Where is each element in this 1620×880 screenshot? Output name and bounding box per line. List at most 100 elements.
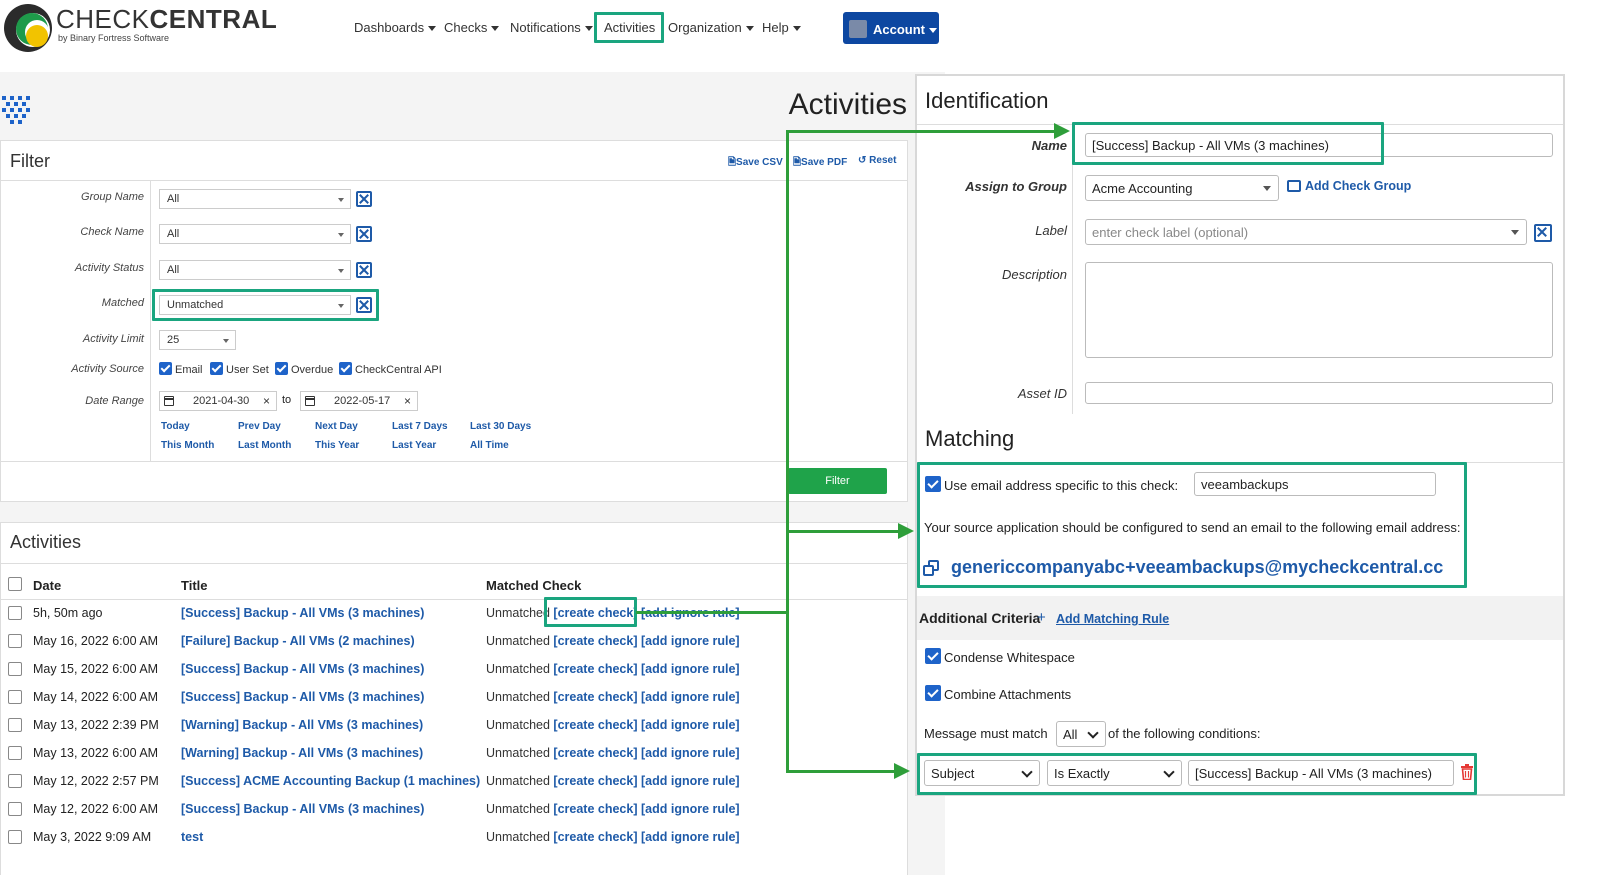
nav-notifications[interactable]: Notifications xyxy=(510,20,593,35)
source-overdue-checkbox[interactable]: Overdue xyxy=(275,362,333,376)
select-all-checkbox[interactable] xyxy=(8,577,22,591)
row-checkbox[interactable] xyxy=(8,662,22,676)
clear-date-icon[interactable]: × xyxy=(404,394,411,408)
row-date: May 13, 2022 6:00 AM xyxy=(33,746,159,760)
activity-limit-label: Activity Limit xyxy=(82,333,144,345)
date-from-input[interactable]: 2021-04-30 × xyxy=(159,391,277,411)
row-checkbox[interactable] xyxy=(8,606,22,620)
logo-subtitle: by Binary Fortress Software xyxy=(58,33,170,43)
row-checkbox[interactable] xyxy=(8,690,22,704)
source-email-checkbox[interactable]: Email xyxy=(159,362,203,376)
create-check-link[interactable]: [create check] xyxy=(553,802,637,816)
row-checkbox[interactable] xyxy=(8,746,22,760)
nav-dashboards[interactable]: Dashboards xyxy=(354,20,437,35)
asset-id-label: Asset ID xyxy=(1017,386,1067,401)
add-ignore-rule-link[interactable]: [add ignore rule] xyxy=(641,634,740,648)
quick-today[interactable]: Today xyxy=(161,421,190,432)
add-ignore-rule-link[interactable]: [add ignore rule] xyxy=(641,662,740,676)
label-label: Label xyxy=(1035,223,1067,238)
clear-activity-status-icon[interactable] xyxy=(356,262,372,278)
row-title-link[interactable]: [Success] Backup - All VMs (3 machines) xyxy=(181,690,424,704)
identification-title: Identification xyxy=(925,88,1049,113)
quick-last-year[interactable]: Last Year xyxy=(392,440,436,451)
quick-last-7-days[interactable]: Last 7 Days xyxy=(392,421,448,432)
quick-next-day[interactable]: Next Day xyxy=(315,421,358,432)
clear-date-icon[interactable]: × xyxy=(263,394,270,408)
column-date[interactable]: Date xyxy=(33,578,61,593)
column-matched-check[interactable]: Matched Check xyxy=(486,578,581,593)
assign-group-label: Assign to Group xyxy=(965,179,1067,194)
row-checkbox[interactable] xyxy=(8,774,22,788)
filter-label-column xyxy=(1,181,151,461)
row-checkbox[interactable] xyxy=(8,718,22,732)
filter-button[interactable]: Filter xyxy=(788,468,887,494)
quick-last-30-days[interactable]: Last 30 Days xyxy=(470,421,531,432)
additional-criteria-label: Additional Criteria xyxy=(919,610,1041,626)
quick-this-month[interactable]: This Month xyxy=(161,440,214,451)
row-title-link[interactable]: [Failure] Backup - All VMs (2 machines) xyxy=(181,634,415,648)
add-ignore-rule-link[interactable]: [add ignore rule] xyxy=(641,746,740,760)
check-name-select[interactable]: All xyxy=(159,224,351,244)
row-title-link[interactable]: [Warning] Backup - All VMs (3 machines) xyxy=(181,718,423,732)
match-mode-select[interactable]: All xyxy=(1056,721,1106,747)
add-check-group-link[interactable]: Add Check Group xyxy=(1287,179,1411,193)
label-select[interactable]: enter check label (optional) xyxy=(1085,219,1527,245)
row-checkbox[interactable] xyxy=(8,802,22,816)
nav-checks[interactable]: Checks xyxy=(444,20,500,35)
reset-button[interactable]: ↺ Reset xyxy=(858,155,896,166)
caret-down-icon xyxy=(584,26,593,32)
plus-icon[interactable]: + xyxy=(1037,609,1046,626)
add-ignore-rule-link[interactable]: [add ignore rule] xyxy=(641,690,740,704)
quick-this-year[interactable]: This Year xyxy=(315,440,359,451)
row-date: 5h, 50m ago xyxy=(33,606,103,620)
highlight-name-field xyxy=(1072,122,1384,165)
clear-group-name-icon[interactable] xyxy=(356,191,372,207)
source-user-set-checkbox[interactable]: User Set xyxy=(210,362,269,376)
source-api-checkbox[interactable]: CheckCentral API xyxy=(339,362,442,376)
row-title-link[interactable]: [Warning] Backup - All VMs (3 machines) xyxy=(181,746,423,760)
assign-group-select[interactable]: Acme Accounting xyxy=(1085,175,1279,201)
account-menu-button[interactable]: Account xyxy=(843,12,939,44)
activity-status-select[interactable]: All xyxy=(159,260,351,280)
column-title[interactable]: Title xyxy=(181,578,208,593)
add-matching-rule-link[interactable]: Add Matching Rule xyxy=(1056,612,1169,626)
nav-organization[interactable]: Organization xyxy=(668,20,754,35)
create-check-link[interactable]: [create check] xyxy=(553,746,637,760)
create-check-link[interactable]: [create check] xyxy=(553,634,637,648)
row-title-link[interactable]: [Success] Backup - All VMs (3 machines) xyxy=(181,802,424,816)
add-ignore-rule-link[interactable]: [add ignore rule] xyxy=(641,718,740,732)
page-title: Activities xyxy=(788,88,907,121)
clear-check-name-icon[interactable] xyxy=(356,226,372,242)
row-title-link[interactable]: test xyxy=(181,830,203,844)
create-check-link[interactable]: [create check] xyxy=(553,718,637,732)
create-check-link[interactable]: [create check] xyxy=(553,774,637,788)
save-pdf-button[interactable]: 🗎Save PDF xyxy=(793,155,847,172)
row-checkbox[interactable] xyxy=(8,634,22,648)
create-check-link[interactable]: [create check] xyxy=(553,830,637,844)
date-to-input[interactable]: 2022-05-17 × xyxy=(300,391,418,411)
matched-label: Matched xyxy=(101,297,144,309)
combine-attachments-checkbox[interactable]: Combine Attachments xyxy=(925,685,1071,702)
nav-help[interactable]: Help xyxy=(762,20,801,35)
add-ignore-rule-link[interactable]: [add ignore rule] xyxy=(641,774,740,788)
add-ignore-rule-link[interactable]: [add ignore rule] xyxy=(641,830,740,844)
save-csv-button[interactable]: 🗎Save CSV xyxy=(728,155,783,172)
activity-limit-input[interactable]: 25 xyxy=(159,330,236,350)
condense-whitespace-checkbox[interactable]: Condense Whitespace xyxy=(925,648,1075,665)
asset-id-input[interactable] xyxy=(1085,382,1553,404)
row-title-link[interactable]: [Success] Backup - All VMs (3 machines) xyxy=(181,606,424,620)
add-ignore-rule-link[interactable]: [add ignore rule] xyxy=(641,802,740,816)
quick-all-time[interactable]: All Time xyxy=(470,440,509,451)
clear-label-icon[interactable] xyxy=(1534,224,1552,242)
group-name-select[interactable]: All xyxy=(159,189,351,209)
highlight-create-check xyxy=(544,597,637,627)
quick-prev-day[interactable]: Prev Day xyxy=(238,421,281,432)
row-checkbox[interactable] xyxy=(8,830,22,844)
row-title-link[interactable]: [Success] Backup - All VMs (3 machines) xyxy=(181,662,424,676)
filter-title: Filter xyxy=(10,151,50,171)
row-title-link[interactable]: [Success] ACME Accounting Backup (1 mach… xyxy=(181,774,480,788)
quick-last-month[interactable]: Last Month xyxy=(238,440,291,451)
description-textarea[interactable] xyxy=(1085,262,1553,358)
create-check-link[interactable]: [create check] xyxy=(553,690,637,704)
create-check-link[interactable]: [create check] xyxy=(553,662,637,676)
